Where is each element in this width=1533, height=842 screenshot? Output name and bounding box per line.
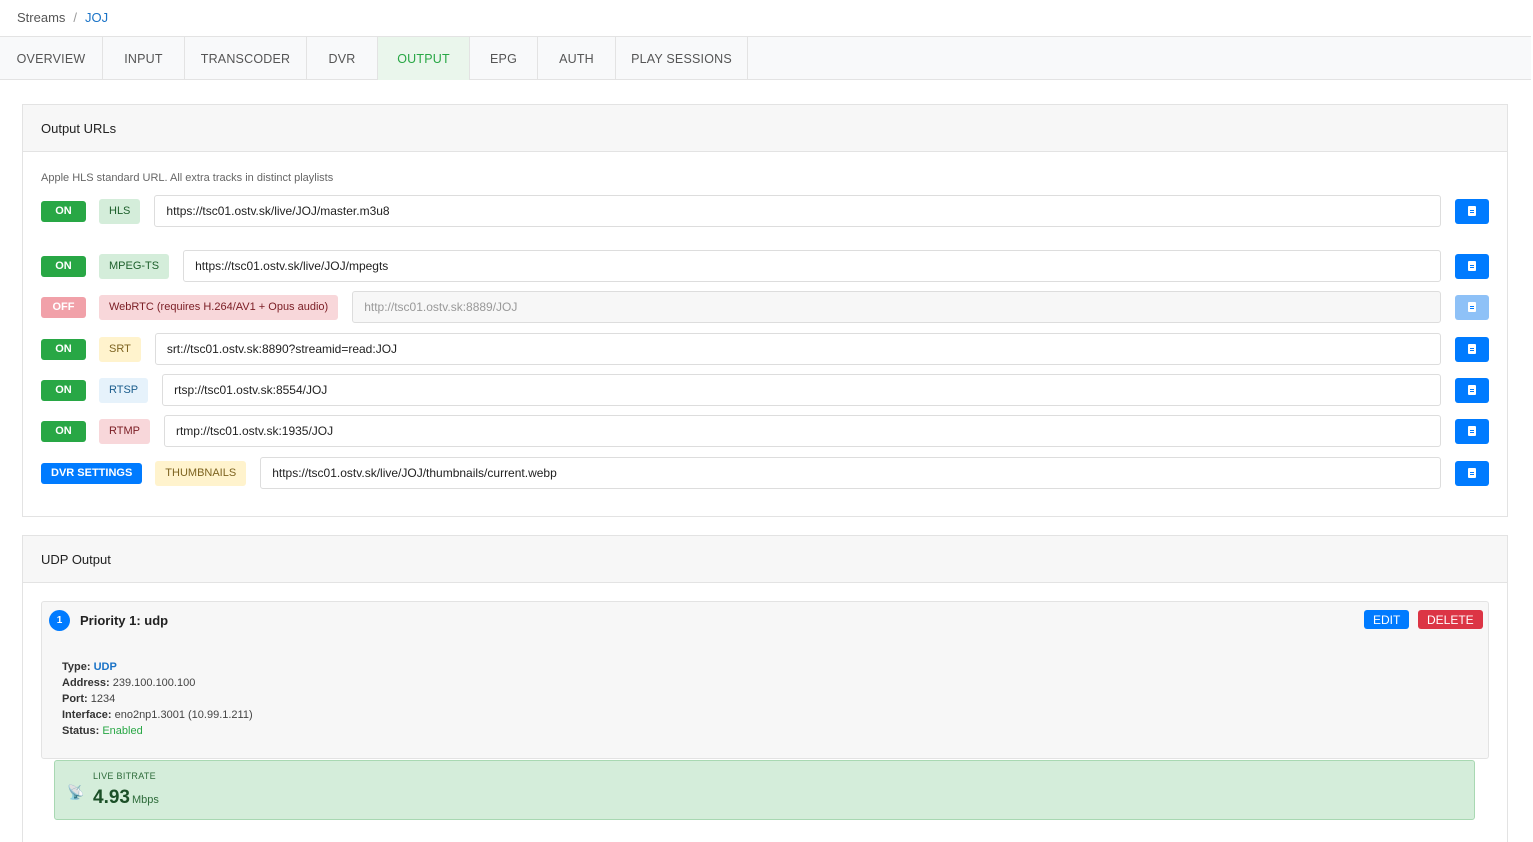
output-row-srt: ON SRT srt://tsc01.ostv.sk:8890?streamid… xyxy=(41,333,1489,365)
tab-play-sessions[interactable]: PLAY SESSIONS xyxy=(616,37,748,80)
tab-epg[interactable]: EPG xyxy=(470,37,538,80)
hls-toggle[interactable]: ON xyxy=(41,200,86,222)
srt-toggle[interactable]: ON xyxy=(41,338,86,360)
rtsp-protocol-label: RTSP xyxy=(99,377,149,403)
document-icon xyxy=(1468,468,1476,478)
document-icon xyxy=(1468,206,1476,216)
rtsp-toggle[interactable]: ON xyxy=(41,379,86,401)
webrtc-url-field[interactable]: http://tsc01.ostv.sk:8889/JOJ xyxy=(352,291,1441,323)
tab-auth[interactable]: AUTH xyxy=(538,37,616,80)
output-row-mpegts: ON MPEG-TS https://tsc01.ostv.sk/live/JO… xyxy=(41,250,1489,282)
rtsp-copy-button[interactable] xyxy=(1455,377,1489,403)
output-row-hls: ON HLS https://tsc01.ostv.sk/live/JOJ/ma… xyxy=(41,195,1489,227)
priority-number-badge: 1 xyxy=(49,610,70,631)
mpegts-copy-button[interactable] xyxy=(1455,253,1489,279)
tab-bar: OVERVIEW INPUT TRANSCODER DVR OUTPUT EPG… xyxy=(0,36,1531,80)
type-value: UDP xyxy=(93,661,117,673)
output-urls-title: Output URLs xyxy=(23,105,1507,152)
breadcrumb-separator: / xyxy=(73,10,78,25)
srt-url-field[interactable]: srt://tsc01.ostv.sk:8890?streamid=read:J… xyxy=(154,333,1441,365)
output-urls-card: Output URLs Apple HLS standard URL. All … xyxy=(22,104,1508,517)
tab-overview[interactable]: OVERVIEW xyxy=(0,37,103,80)
hls-url-field[interactable]: https://tsc01.ostv.sk/live/JOJ/master.m3… xyxy=(154,195,1441,227)
thumbnails-copy-button[interactable] xyxy=(1455,460,1489,486)
output-row-rtsp: ON RTSP rtsp://tsc01.ostv.sk:8554/JOJ xyxy=(41,374,1489,406)
breadcrumb-current[interactable]: JOJ xyxy=(85,10,108,25)
status-value: Enabled xyxy=(102,725,143,737)
srt-protocol-label: SRT xyxy=(99,336,141,362)
thumbnails-url-field[interactable]: https://tsc01.ostv.sk/live/JOJ/thumbnail… xyxy=(260,457,1441,489)
port-value: 1234 xyxy=(90,693,116,705)
webrtc-copy-button[interactable] xyxy=(1455,294,1489,320)
thumbnails-protocol-label: THUMBNAILS xyxy=(155,460,247,486)
webrtc-protocol-label: WebRTC (requires H.264/AV1 + Opus audio) xyxy=(99,294,339,320)
hls-protocol-label: HLS xyxy=(99,198,141,224)
interface-line: Interface: eno2np1.3001 (10.99.1.211) xyxy=(62,709,253,721)
live-bitrate-value: 4.93 Mbps xyxy=(93,787,159,808)
document-icon xyxy=(1468,385,1476,395)
udp-output-title: UDP Output xyxy=(23,536,1507,583)
address-line: Address: 239.100.100.100 xyxy=(62,677,196,689)
document-icon xyxy=(1468,426,1476,436)
satellite-icon: 📡 xyxy=(67,784,85,800)
mpegts-toggle[interactable]: ON xyxy=(41,255,86,277)
hls-copy-button[interactable] xyxy=(1455,198,1489,224)
output-row-thumbnails: DVR SETTINGS THUMBNAILS https://tsc01.os… xyxy=(41,457,1489,489)
udp-output-item: 1 Priority 1: udp EDIT DELETE Type: UDP … xyxy=(41,601,1489,759)
document-icon xyxy=(1468,261,1476,271)
rtmp-url-field[interactable]: rtmp://tsc01.ostv.sk:1935/JOJ xyxy=(163,415,1441,447)
rtmp-toggle[interactable]: ON xyxy=(41,420,86,442)
output-row-webrtc: OFF WebRTC (requires H.264/AV1 + Opus au… xyxy=(41,291,1489,323)
hls-hint: Apple HLS standard URL. All extra tracks… xyxy=(41,172,334,184)
udp-details: Type: UDP Address: 239.100.100.100 Port:… xyxy=(62,659,253,739)
edit-button[interactable]: EDIT xyxy=(1364,610,1410,629)
breadcrumb: Streams / JOJ xyxy=(17,10,108,25)
tab-output[interactable]: OUTPUT xyxy=(378,37,470,80)
tab-transcoder[interactable]: TRANSCODER xyxy=(185,37,307,80)
breadcrumb-streams-link[interactable]: Streams xyxy=(17,10,65,25)
live-bitrate-unit: Mbps xyxy=(131,794,159,806)
live-bitrate-label: LIVE BITRATE xyxy=(93,771,156,781)
srt-copy-button[interactable] xyxy=(1455,336,1489,362)
interface-value: eno2np1.3001 (10.99.1.211) xyxy=(114,709,253,721)
address-value: 239.100.100.100 xyxy=(112,677,196,689)
mpegts-url-field[interactable]: https://tsc01.ostv.sk/live/JOJ/mpegts xyxy=(183,250,1441,282)
type-line: Type: UDP xyxy=(62,661,117,673)
tab-dvr[interactable]: DVR xyxy=(307,37,378,80)
document-icon xyxy=(1468,302,1476,312)
udp-output-card: UDP Output 1 Priority 1: udp EDIT DELETE… xyxy=(22,535,1508,842)
tab-input[interactable]: INPUT xyxy=(103,37,185,80)
rtsp-url-field[interactable]: rtsp://tsc01.ostv.sk:8554/JOJ xyxy=(162,374,1441,406)
dvr-settings-button[interactable]: DVR SETTINGS xyxy=(41,462,143,484)
mpegts-protocol-label: MPEG-TS xyxy=(99,253,170,279)
output-row-rtmp: ON RTMP rtmp://tsc01.ostv.sk:1935/JOJ xyxy=(41,415,1489,447)
delete-button[interactable]: DELETE xyxy=(1418,610,1483,629)
document-icon xyxy=(1468,344,1476,354)
status-line: Status: Enabled xyxy=(62,725,143,737)
live-bitrate-panel: 📡 LIVE BITRATE 4.93 Mbps xyxy=(54,760,1475,820)
rtmp-protocol-label: RTMP xyxy=(99,418,150,444)
rtmp-copy-button[interactable] xyxy=(1455,418,1489,444)
port-line: Port: 1234 xyxy=(62,693,116,705)
priority-title: Priority 1: udp xyxy=(80,613,169,628)
webrtc-toggle[interactable]: OFF xyxy=(41,296,86,318)
